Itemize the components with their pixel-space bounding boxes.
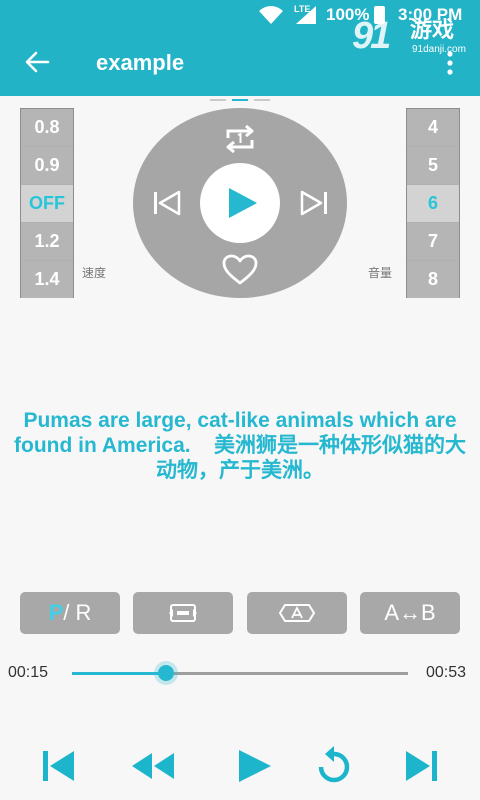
skip-to-start-icon[interactable] (36, 744, 80, 788)
rewind-icon[interactable] (130, 744, 174, 788)
ab-point-button[interactable] (247, 592, 347, 634)
volume-option[interactable]: 8 (407, 261, 459, 298)
page-indicator (210, 99, 270, 103)
seek-progress (72, 672, 167, 675)
watermark-name: 游戏 (410, 17, 455, 42)
loop-count-button[interactable] (133, 592, 233, 634)
total-time: 00:53 (426, 664, 467, 681)
volume-option[interactable]: 7 (407, 223, 459, 260)
volume-option[interactable]: 4 (407, 109, 459, 146)
watermark-url: 91danji.com (412, 44, 466, 55)
play-button[interactable] (200, 163, 280, 243)
lyrics-display: Pumas are large, cat-like animals which … (10, 408, 470, 483)
favorite-heart-icon[interactable] (222, 254, 258, 286)
page-dot-active (232, 99, 248, 101)
seek-bar[interactable]: 00:15 00:53 (0, 656, 480, 688)
ab-marker-icon (278, 604, 316, 622)
play-icon-bottom[interactable] (233, 744, 277, 788)
loop-count-icon (169, 604, 197, 622)
speed-option[interactable]: 0.9 (21, 147, 73, 184)
seek-track[interactable] (72, 665, 408, 681)
speed-option[interactable]: 1.4 (21, 261, 73, 298)
ab-repeat-button[interactable]: A↔B (360, 592, 460, 634)
speed-selector[interactable]: 0.8 0.9 OFF 1.2 1.4 (20, 108, 74, 298)
play-icon (229, 188, 257, 218)
play-record-toggle-button[interactable]: P / R (20, 592, 120, 634)
watermark-mark: 91 (352, 15, 391, 57)
wifi-icon (259, 6, 283, 24)
speed-option[interactable]: 0.8 (21, 109, 73, 146)
speed-label: 速度 (82, 266, 107, 280)
previous-track-icon[interactable] (152, 189, 182, 217)
repeat-one-icon[interactable] (222, 122, 258, 156)
volume-option-selected[interactable]: 6 (407, 185, 459, 222)
skip-to-end-icon[interactable] (400, 744, 444, 788)
speed-option[interactable]: 1.2 (21, 223, 73, 260)
back-arrow-icon[interactable] (22, 47, 52, 77)
site-watermark: 91 游戏 91danji.com (352, 14, 474, 66)
replay-icon[interactable] (312, 744, 356, 788)
lyric-chinese: 美洲狮是一种体形似猫的大动物，产于美洲。 (156, 434, 466, 482)
speed-option-selected[interactable]: OFF (21, 185, 73, 222)
control-wheel (133, 108, 347, 298)
volume-label: 音量 (368, 266, 393, 280)
seek-thumb[interactable] (158, 665, 175, 681)
signal-icon (296, 6, 316, 24)
page-dot (254, 99, 270, 101)
volume-selector[interactable]: 4 5 6 7 8 (406, 108, 460, 298)
page-dot (210, 99, 226, 101)
volume-option[interactable]: 5 (407, 147, 459, 184)
current-time: 00:15 (8, 664, 49, 681)
page-title: example (96, 50, 185, 75)
next-track-icon[interactable] (299, 189, 329, 217)
play-mode-label: P (48, 600, 64, 625)
record-mode-label: / R (63, 600, 92, 625)
